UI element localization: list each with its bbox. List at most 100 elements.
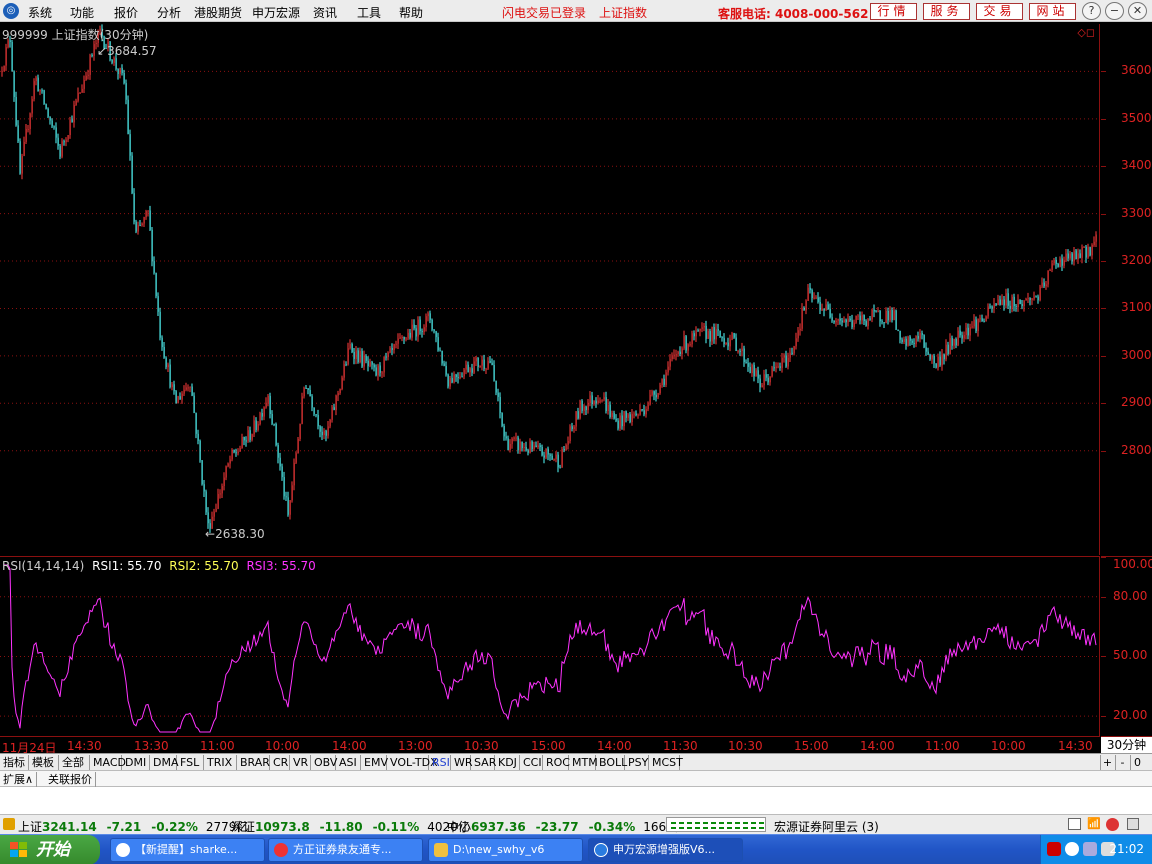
reset-indicator-button[interactable]: 0 xyxy=(1130,755,1144,770)
lock-icon[interactable] xyxy=(1127,818,1139,830)
signal-icon[interactable]: 📶 xyxy=(1087,817,1101,831)
indicator-tab-vol-tdx[interactable]: VOL-TDX xyxy=(387,755,438,770)
price-tick-label: 2900 xyxy=(1121,395,1152,410)
ie-icon xyxy=(116,843,130,857)
minimize-icon[interactable]: − xyxy=(1105,2,1124,20)
menu-quote[interactable]: 报价 xyxy=(114,4,138,21)
indicator-tab-全部[interactable]: 全部 xyxy=(59,755,90,770)
candle xyxy=(241,433,243,449)
add-indicator-button[interactable]: + xyxy=(1100,755,1114,770)
indicator-tab-cr[interactable]: CR xyxy=(270,755,290,770)
indicator-tab-trix[interactable]: TRIX xyxy=(204,755,237,770)
expand-tab[interactable]: 扩展∧ xyxy=(0,772,38,787)
task-browser[interactable]: 【新提醒】sharke... xyxy=(110,838,265,862)
start-button[interactable]: 开始 xyxy=(0,835,100,864)
indicator-tab-psy[interactable]: PSY xyxy=(625,755,649,770)
candle xyxy=(37,74,39,92)
candle xyxy=(877,307,879,313)
app-logo-icon[interactable]: ◎ xyxy=(3,3,19,19)
candle xyxy=(175,389,177,404)
index-sz[interactable]: 深证10973.8 -11.80 -0.11% 4020亿 xyxy=(231,818,470,835)
bell-icon[interactable] xyxy=(3,818,15,830)
indicator-tab-fsl[interactable]: FSL xyxy=(177,755,204,770)
notepad-icon[interactable] xyxy=(1068,818,1081,830)
candle xyxy=(847,313,849,327)
indicator-tab-roc[interactable]: ROC xyxy=(543,755,570,770)
broker-server-name[interactable]: 宏源证券阿里云 (3) xyxy=(774,818,879,835)
candle xyxy=(737,349,739,354)
chart-corner-icon[interactable]: ◇◻ xyxy=(1077,26,1095,39)
candle xyxy=(121,64,123,76)
task-founder[interactable]: 方正证券泉友通专... xyxy=(268,838,423,862)
indicator-tab-emv[interactable]: EMV xyxy=(361,755,388,770)
remove-indicator-button[interactable]: - xyxy=(1115,755,1129,770)
indicator-tab-wr[interactable]: WR xyxy=(451,755,473,770)
candle xyxy=(201,459,203,486)
menu-tools[interactable]: 工具 xyxy=(357,4,381,21)
alert-icon[interactable] xyxy=(1106,818,1119,831)
indicator-tab-brar[interactable]: BRAR xyxy=(237,755,270,770)
indicator-tab-obv[interactable]: OBV xyxy=(311,755,337,770)
candle xyxy=(927,347,929,355)
menu-help[interactable]: 帮助 xyxy=(399,4,423,21)
indicator-tab-dma[interactable]: DMA xyxy=(150,755,179,770)
expand-tab-bar: 扩展∧ 关联报价 xyxy=(0,770,1152,787)
indicator-tab-dmi[interactable]: DMI xyxy=(122,755,150,770)
indicator-tab-模板[interactable]: 模板 xyxy=(29,755,59,770)
candle xyxy=(75,98,77,106)
tray-speaker-icon[interactable] xyxy=(1083,842,1097,856)
indicator-tab-cci[interactable]: CCI xyxy=(520,755,543,770)
task-folder[interactable]: D:\new_swhy_v6 xyxy=(428,838,583,862)
related-quote-tab[interactable]: 关联报价 xyxy=(45,772,96,787)
candle xyxy=(495,380,497,396)
tray-app-icon[interactable] xyxy=(1047,842,1061,856)
candle xyxy=(401,335,403,342)
candle xyxy=(65,137,67,147)
indicator-tab-macd[interactable]: MACD xyxy=(90,755,126,770)
menu-hk-futures[interactable]: 港股期货 xyxy=(194,4,242,21)
indicator-tab-指标[interactable]: 指标 xyxy=(0,755,29,770)
candle xyxy=(561,446,563,468)
indicator-tab-mcst[interactable]: MCST xyxy=(649,755,683,770)
candle xyxy=(437,332,439,352)
rsi-tick-mark xyxy=(1101,716,1106,718)
candle xyxy=(137,221,139,235)
candle xyxy=(879,310,881,327)
candle xyxy=(433,329,435,334)
candle xyxy=(683,330,685,351)
menu-system[interactable]: 系统 xyxy=(28,4,52,21)
indicator-tab-boll[interactable]: BOLL xyxy=(596,755,627,770)
indicator-tab-sar[interactable]: SAR xyxy=(471,755,496,770)
close-icon[interactable]: ✕ xyxy=(1128,2,1147,20)
website-button[interactable]: 网站 xyxy=(1029,3,1076,20)
menu-swhy[interactable]: 申万宏源 xyxy=(252,4,300,21)
candle xyxy=(261,408,263,421)
candle xyxy=(17,120,19,144)
menu-function[interactable]: 功能 xyxy=(70,4,94,21)
service-button[interactable]: 服务 xyxy=(923,3,970,20)
price-chart[interactable] xyxy=(0,24,1100,555)
quote-button[interactable]: 行情 xyxy=(870,3,917,20)
candle xyxy=(675,349,677,361)
candle xyxy=(453,371,455,384)
rsi-panel[interactable]: RSI(14,14,14) RSI1: 55.70 RSI2: 55.70 RS… xyxy=(0,556,1100,736)
tray-qq-icon[interactable] xyxy=(1065,842,1079,856)
candle xyxy=(869,316,871,321)
trade-button[interactable]: 交易 xyxy=(976,3,1023,20)
help-icon[interactable]: ? xyxy=(1082,2,1101,20)
indicator-tab-vr[interactable]: VR xyxy=(290,755,311,770)
menu-analysis[interactable]: 分析 xyxy=(157,4,181,21)
candle xyxy=(321,426,323,440)
indicator-tab-kdj[interactable]: KDJ xyxy=(495,755,520,770)
task-swhy[interactable]: 申万宏源增强版V6... xyxy=(588,838,743,862)
indicator-tab-asi[interactable]: ASI xyxy=(336,755,361,770)
indicator-tab-mtm[interactable]: MTM xyxy=(569,755,598,770)
index-zx[interactable]: 中小6937.36 -23.77 -0.34% 1668亿 xyxy=(447,818,686,835)
index-sh[interactable]: 上证3241.14 -7.21 -0.22% 2779亿 xyxy=(18,818,248,835)
menu-news[interactable]: 资讯 xyxy=(313,4,337,21)
indicator-tab-rsi[interactable]: RSI xyxy=(429,755,451,770)
price-chart-panel[interactable]: 999999 上证指数(30分钟) ◇◻ ↙3684.57 ←2638.30 xyxy=(0,24,1100,555)
candle xyxy=(11,40,13,72)
rsi-chart[interactable] xyxy=(0,557,1100,736)
period-selector[interactable]: 30分钟 xyxy=(1101,736,1152,753)
